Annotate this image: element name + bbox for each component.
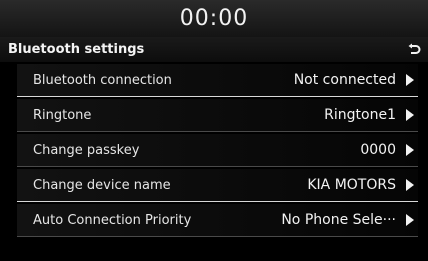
setting-value: No Phone Sele··· [281,212,396,228]
chevron-right-icon [406,144,414,156]
setting-value: Ringtone1 [324,107,396,123]
clock: 00:00 [179,6,249,31]
page-title: Bluetooth settings [8,42,145,57]
status-bar: 00:00 [0,0,428,37]
ringtone-row[interactable]: Ringtone Ringtone1 [17,99,418,132]
back-button[interactable] [400,37,428,62]
title-bar: Bluetooth settings [0,37,428,62]
chevron-right-icon [406,74,414,86]
setting-label: Ringtone [33,107,92,123]
bluetooth-settings-screen: 00:00 Bluetooth settings Bluetooth conne… [0,0,428,261]
chevron-right-icon [406,214,414,226]
change-passkey-row[interactable]: Change passkey 0000 [17,134,418,167]
setting-value: 0000 [360,142,396,158]
setting-label: Change device name [33,177,171,193]
setting-value: Not connected [293,72,396,88]
setting-label: Auto Connection Priority [33,212,192,228]
chevron-right-icon [406,179,414,191]
change-device-name-row[interactable]: Change device name KIA MOTORS [17,169,418,202]
back-arrow-icon [408,43,421,54]
settings-list: Bluetooth connection Not connected Ringt… [17,64,418,239]
setting-value: KIA MOTORS [307,177,396,193]
setting-label: Bluetooth connection [33,72,172,88]
chevron-right-icon [406,109,414,121]
bluetooth-connection-row[interactable]: Bluetooth connection Not connected [17,64,418,97]
setting-label: Change passkey [33,142,140,158]
auto-connection-priority-row[interactable]: Auto Connection Priority No Phone Sele··… [17,204,418,237]
